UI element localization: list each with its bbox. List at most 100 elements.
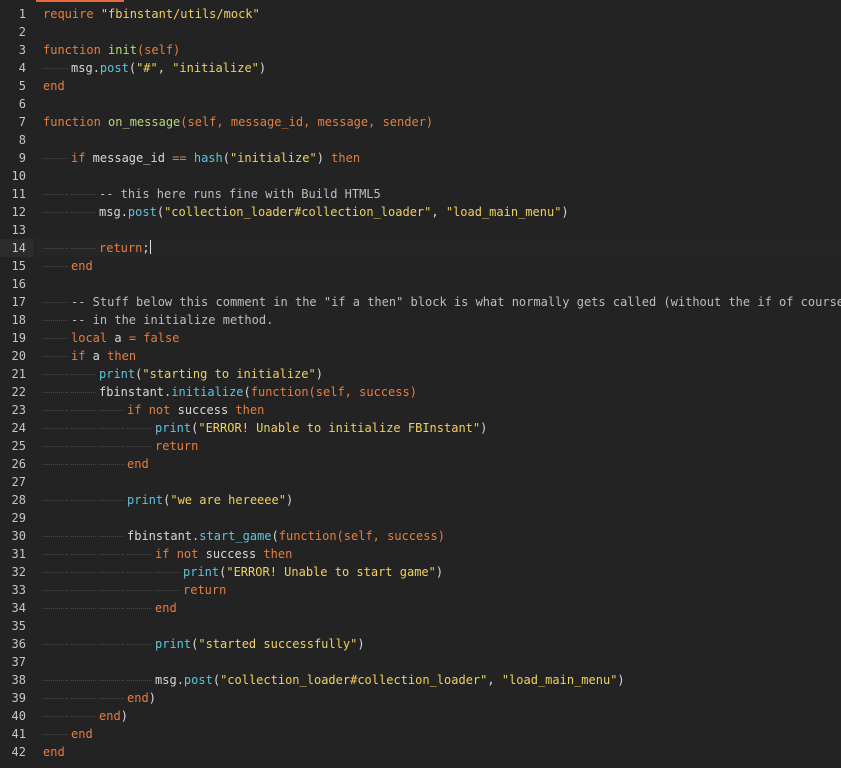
code-line[interactable] bbox=[36, 275, 841, 293]
line-number[interactable]: 25 bbox=[0, 437, 26, 455]
indent-guide bbox=[71, 572, 96, 574]
code-line[interactable]: end bbox=[36, 455, 841, 473]
line-number[interactable]: 23 bbox=[0, 401, 26, 419]
line-number-gutter: 1 2 3 4 5 6 7 8 9 10 11 12 13 14 15 16 17 18 19 20 21 22 23 24 2… bbox=[0, 0, 34, 768]
line-number[interactable]: 30 bbox=[0, 527, 26, 545]
code-line[interactable]: return bbox=[36, 581, 841, 599]
line-number[interactable]: 13 bbox=[0, 221, 26, 239]
line-number[interactable]: 15 bbox=[0, 257, 26, 275]
line-number[interactable]: 34 bbox=[0, 599, 26, 617]
code-text: end) bbox=[127, 689, 156, 707]
line-number[interactable]: 32 bbox=[0, 563, 26, 581]
code-text: if not success then bbox=[127, 401, 264, 419]
line-number[interactable]: 40 bbox=[0, 707, 26, 725]
indent-guide bbox=[43, 500, 68, 502]
code-line[interactable]: -- Stuff below this comment in the "if a… bbox=[36, 293, 841, 311]
line-number[interactable]: 37 bbox=[0, 653, 26, 671]
code-area[interactable]: require "fbinstant/utils/mock" function i… bbox=[36, 0, 841, 768]
line-number[interactable]: 5 bbox=[0, 77, 26, 95]
line-number[interactable]: 35 bbox=[0, 617, 26, 635]
code-line[interactable]: end) bbox=[36, 707, 841, 725]
line-number[interactable]: 7 bbox=[0, 113, 26, 131]
code-line[interactable]: -- this here runs fine with Build HTML5 bbox=[36, 185, 841, 203]
line-number[interactable]: 33 bbox=[0, 581, 26, 599]
line-number[interactable]: 2 bbox=[0, 23, 26, 41]
code-line[interactable]: print("ERROR! Unable to initialize FBIns… bbox=[36, 419, 841, 437]
line-number[interactable]: 39 bbox=[0, 689, 26, 707]
code-line[interactable] bbox=[36, 509, 841, 527]
line-number[interactable]: 18 bbox=[0, 311, 26, 329]
code-line[interactable]: print("started successfully") bbox=[36, 635, 841, 653]
code-line[interactable]: end bbox=[36, 599, 841, 617]
code-line[interactable]: if not success then bbox=[36, 545, 841, 563]
code-line[interactable]: fbinstant.initialize(function(self, succ… bbox=[36, 383, 841, 401]
code-line[interactable] bbox=[36, 221, 841, 239]
code-line[interactable]: print("we are hereeee") bbox=[36, 491, 841, 509]
line-number[interactable]: 12 bbox=[0, 203, 26, 221]
code-line[interactable]: print("starting to initialize") bbox=[36, 365, 841, 383]
code-line[interactable]: end bbox=[36, 743, 841, 761]
line-number[interactable]: 19 bbox=[0, 329, 26, 347]
line-number[interactable]: 36 bbox=[0, 635, 26, 653]
code-line[interactable]: -- in the initialize method. bbox=[36, 311, 841, 329]
line-number[interactable]: 24 bbox=[0, 419, 26, 437]
indent-guide bbox=[43, 536, 68, 538]
line-number[interactable]: 20 bbox=[0, 347, 26, 365]
code-token: ) bbox=[357, 637, 365, 651]
line-number[interactable]: 21 bbox=[0, 365, 26, 383]
code-line[interactable]: fbinstant.start_game(function(self, succ… bbox=[36, 527, 841, 545]
line-number[interactable]: 3 bbox=[0, 41, 26, 59]
line-number[interactable]: 8 bbox=[0, 131, 26, 149]
code-line[interactable]: require "fbinstant/utils/mock" bbox=[36, 5, 841, 23]
line-number[interactable]: 38 bbox=[0, 671, 26, 689]
line-number[interactable]: 29 bbox=[0, 509, 26, 527]
code-token: ) bbox=[435, 565, 444, 579]
line-number[interactable]: 4 bbox=[0, 59, 26, 77]
code-text: -- in the initialize method. bbox=[71, 311, 273, 329]
code-token: initialize bbox=[171, 385, 244, 399]
code-line[interactable]: msg.post("collection_loader#collection_l… bbox=[36, 203, 841, 221]
line-number[interactable]: 14 bbox=[0, 239, 26, 257]
code-line[interactable] bbox=[36, 167, 841, 185]
line-number[interactable]: 9 bbox=[0, 149, 26, 167]
line-number[interactable]: 17 bbox=[0, 293, 26, 311]
indent-guide bbox=[99, 698, 124, 700]
code-line[interactable] bbox=[36, 617, 841, 635]
indent-guide bbox=[43, 158, 68, 160]
code-line[interactable]: msg.post("#", "initialize") bbox=[36, 59, 841, 77]
line-number[interactable]: 31 bbox=[0, 545, 26, 563]
line-number[interactable]: 42 bbox=[0, 743, 26, 761]
line-number[interactable]: 16 bbox=[0, 275, 26, 293]
code-token: print bbox=[127, 493, 164, 507]
line-number[interactable]: 1 bbox=[0, 5, 26, 23]
code-line[interactable]: if not success then bbox=[36, 401, 841, 419]
code-line[interactable]: function init(self) bbox=[36, 41, 841, 59]
code-line[interactable]: function on_message(self, message_id, me… bbox=[36, 113, 841, 131]
code-line[interactable] bbox=[36, 131, 841, 149]
indent-guide bbox=[71, 536, 96, 538]
line-number[interactable]: 6 bbox=[0, 95, 26, 113]
code-line[interactable]: return; bbox=[36, 239, 841, 257]
line-number[interactable]: 27 bbox=[0, 473, 26, 491]
line-number[interactable]: 26 bbox=[0, 455, 26, 473]
code-line[interactable]: end bbox=[36, 257, 841, 275]
line-number[interactable]: 11 bbox=[0, 185, 26, 203]
code-line[interactable]: return bbox=[36, 437, 841, 455]
code-line[interactable]: if message_id == hash("initialize") then bbox=[36, 149, 841, 167]
code-line[interactable] bbox=[36, 23, 841, 41]
code-line[interactable]: end bbox=[36, 77, 841, 95]
code-line[interactable] bbox=[36, 95, 841, 113]
line-number[interactable]: 10 bbox=[0, 167, 26, 185]
code-line[interactable]: print("ERROR! Unable to start game") bbox=[36, 563, 841, 581]
code-editor[interactable]: 1 2 3 4 5 6 7 8 9 10 11 12 13 14 15 16 17 18 19 20 21 22 23 24 2… bbox=[0, 0, 841, 768]
code-line[interactable]: msg.post("collection_loader#collection_l… bbox=[36, 671, 841, 689]
line-number[interactable]: 41 bbox=[0, 725, 26, 743]
line-number[interactable]: 22 bbox=[0, 383, 26, 401]
line-number[interactable]: 28 bbox=[0, 491, 26, 509]
code-line[interactable]: end bbox=[36, 725, 841, 743]
code-line[interactable] bbox=[36, 473, 841, 491]
code-line[interactable]: local a = false bbox=[36, 329, 841, 347]
code-line[interactable]: end) bbox=[36, 689, 841, 707]
code-line[interactable] bbox=[36, 653, 841, 671]
code-line[interactable]: if a then bbox=[36, 347, 841, 365]
